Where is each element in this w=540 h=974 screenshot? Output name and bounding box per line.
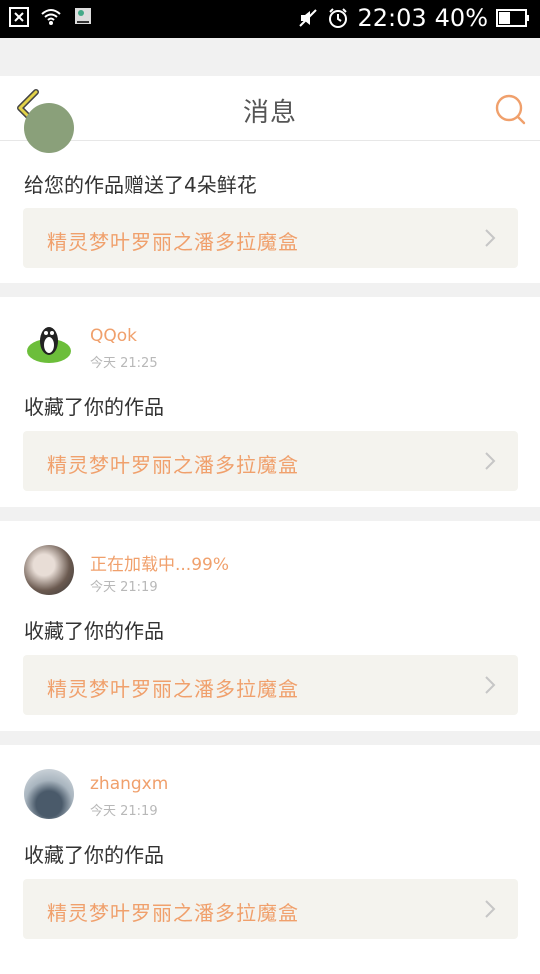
work-link[interactable]: 精灵梦叶罗丽之潘多拉魔盒 bbox=[23, 431, 518, 491]
battery-percent: 40% bbox=[434, 4, 488, 32]
work-title: 精灵梦叶罗丽之潘多拉魔盒 bbox=[47, 677, 299, 701]
message-time: 今天 21:25 bbox=[90, 356, 158, 371]
chevron-right-icon bbox=[485, 900, 496, 918]
work-title: 精灵梦叶罗丽之潘多拉魔盒 bbox=[47, 901, 299, 925]
user-name[interactable]: QQok bbox=[90, 326, 137, 346]
work-title: 精灵梦叶罗丽之潘多拉魔盒 bbox=[47, 230, 299, 254]
work-link[interactable]: 精灵梦叶罗丽之潘多拉魔盒 bbox=[23, 655, 518, 715]
message-card: 给您的作品赠送了4朵鲜花 精灵梦叶罗丽之潘多拉魔盒 bbox=[0, 103, 540, 283]
page-title: 消息 bbox=[242, 98, 297, 128]
battery-icon bbox=[496, 9, 529, 27]
alarm-icon bbox=[329, 8, 348, 28]
avatar[interactable] bbox=[24, 321, 74, 371]
message-card: zhangxm 今天 21:19 收藏了你的作品 精灵梦叶罗丽之潘多拉魔盒 bbox=[0, 731, 540, 974]
message-text: 收藏了你的作品 bbox=[24, 843, 164, 867]
download-icon bbox=[75, 8, 91, 24]
message-text: 收藏了你的作品 bbox=[24, 619, 164, 643]
message-text: 给您的作品赠送了4朵鲜花 bbox=[24, 173, 257, 197]
avatar[interactable] bbox=[24, 545, 74, 595]
status-bar: 22:03 40% bbox=[0, 0, 540, 38]
top-spacer bbox=[0, 38, 540, 76]
notification-dismiss-icon bbox=[9, 7, 29, 27]
mute-icon bbox=[299, 9, 318, 27]
message-time: 今天 21:19 bbox=[90, 580, 158, 595]
status-bar-right: 22:03 40% bbox=[297, 4, 530, 32]
search-icon[interactable] bbox=[494, 93, 526, 125]
status-time: 22:03 bbox=[357, 4, 427, 32]
user-name[interactable]: 正在加载中...99% bbox=[90, 550, 229, 575]
chevron-right-icon bbox=[485, 676, 496, 694]
avatar[interactable] bbox=[24, 769, 74, 819]
avatar[interactable] bbox=[24, 103, 74, 153]
wifi-icon bbox=[41, 9, 61, 25]
message-card: 正在加载中...99% 今天 21:19 收藏了你的作品 精灵梦叶罗丽之潘多拉魔… bbox=[0, 507, 540, 731]
chevron-right-icon bbox=[485, 452, 496, 470]
message-card: QQok 今天 21:25 收藏了你的作品 精灵梦叶罗丽之潘多拉魔盒 bbox=[0, 283, 540, 507]
message-text: 收藏了你的作品 bbox=[24, 395, 164, 419]
penguin-avatar-icon bbox=[27, 327, 71, 363]
user-name[interactable]: zhangxm bbox=[90, 774, 168, 794]
message-time: 今天 21:19 bbox=[90, 804, 158, 819]
work-link[interactable]: 精灵梦叶罗丽之潘多拉魔盒 bbox=[23, 879, 518, 939]
app-bar: 消息 bbox=[0, 76, 540, 141]
status-bar-left bbox=[8, 6, 94, 28]
chevron-right-icon bbox=[485, 229, 496, 247]
work-link[interactable]: 精灵梦叶罗丽之潘多拉魔盒 bbox=[23, 208, 518, 268]
work-title: 精灵梦叶罗丽之潘多拉魔盒 bbox=[47, 453, 299, 477]
